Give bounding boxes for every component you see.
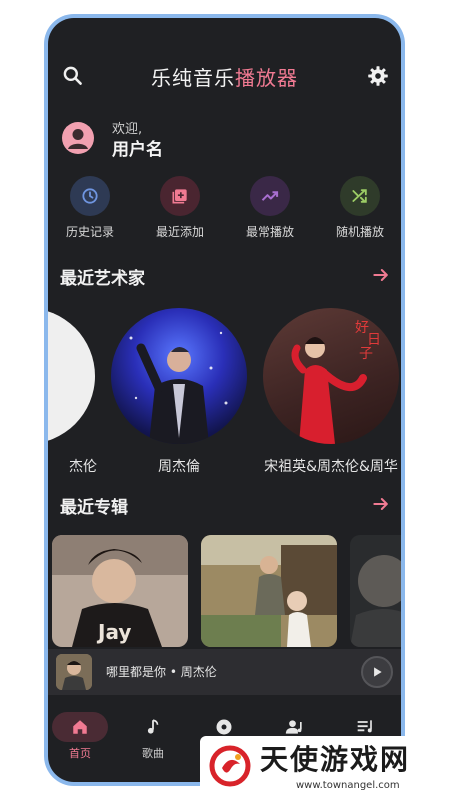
quick-action-label: 最近添加	[155, 225, 204, 239]
album-cover	[201, 535, 337, 647]
quick-actions: 历史记录 最近添加 最常播放 随机播放	[48, 176, 401, 246]
now-playing-title: 哪里都是你 • 周杰伦	[106, 665, 217, 679]
nav-songs[interactable]: 歌曲	[125, 712, 181, 761]
album-caption: Jay	[96, 620, 131, 644]
settings-button[interactable]	[365, 63, 391, 89]
quick-action-history[interactable]: 历史记录	[51, 176, 129, 240]
artist-name: 宋祖英&周杰伦&周华	[264, 459, 398, 475]
phone-frame: 乐纯音乐播放器 欢迎, 用户名 历史记录 最近添加 最常播放 随机播放 最近艺术…	[44, 14, 405, 786]
album-card[interactable]: Jay	[52, 535, 188, 647]
album-cover: Jay	[52, 535, 188, 647]
user-greeting[interactable]: 欢迎, 用户名	[62, 118, 362, 162]
watermark: 天使游戏网 www.townangel.com	[200, 736, 446, 798]
quick-action-most-played[interactable]: 最常播放	[231, 176, 309, 240]
shuffle-icon	[340, 176, 380, 216]
watermark-text: 天使游戏网	[260, 743, 411, 776]
gear-icon	[368, 66, 388, 86]
music-note-icon	[125, 712, 181, 742]
artist-image: 好 日 子	[263, 308, 399, 444]
app-title-accent: 播放器	[235, 66, 298, 90]
artist-card[interactable]: 好 日 子 宋祖英&周杰伦&周华	[261, 308, 401, 476]
home-icon	[52, 712, 108, 742]
app-title: 乐纯音乐播放器	[48, 62, 401, 91]
username: 用户名	[112, 140, 163, 160]
user-icon	[68, 129, 88, 149]
now-playing-bar[interactable]: 哪里都是你 • 周杰伦	[48, 649, 401, 695]
play-button[interactable]	[361, 656, 393, 688]
quick-action-label: 最常播放	[245, 225, 294, 239]
arrow-right-icon	[373, 269, 388, 281]
album-card[interactable]	[350, 535, 401, 647]
quick-action-recent-added[interactable]: 最近添加	[141, 176, 219, 240]
top-bar: 乐纯音乐播放器	[48, 58, 401, 94]
app-title-main: 乐纯音乐	[151, 66, 235, 90]
watermark-url: www.townangel.com	[296, 780, 400, 791]
nav-label: 歌曲	[142, 747, 164, 760]
history-icon	[70, 176, 110, 216]
recent-artists-title: 最近艺术家	[60, 269, 145, 289]
album-card[interactable]	[201, 535, 337, 647]
svg-text:子: 子	[359, 346, 373, 362]
playlist-add-icon	[160, 176, 200, 216]
recent-albums-title: 最近专辑	[60, 498, 128, 518]
quick-action-shuffle[interactable]: 随机播放	[321, 176, 399, 240]
artist-image	[48, 308, 95, 444]
now-playing-cover	[56, 654, 92, 690]
artist-card[interactable]: 周杰倫	[109, 308, 249, 476]
recent-artists-more-button[interactable]	[371, 265, 391, 285]
trending-icon	[250, 176, 290, 216]
quick-action-label: 随机播放	[335, 225, 384, 239]
avatar	[62, 122, 94, 154]
app-screen: 乐纯音乐播放器 欢迎, 用户名 历史记录 最近添加 最常播放 随机播放 最近艺术…	[48, 18, 401, 782]
nav-home[interactable]: 首页	[52, 712, 108, 761]
album-cover	[350, 535, 401, 647]
artist-image	[111, 308, 247, 444]
quick-action-label: 历史记录	[65, 225, 114, 239]
artist-name: 杰伦	[69, 459, 97, 475]
watermark-logo	[209, 745, 251, 787]
recent-albums-more-button[interactable]	[371, 494, 391, 514]
artist-name: 周杰倫	[158, 459, 200, 475]
play-icon	[374, 667, 382, 677]
artist-card[interactable]: 杰伦	[48, 308, 97, 476]
nav-label: 首页	[69, 747, 91, 760]
arrow-right-icon	[373, 498, 388, 510]
